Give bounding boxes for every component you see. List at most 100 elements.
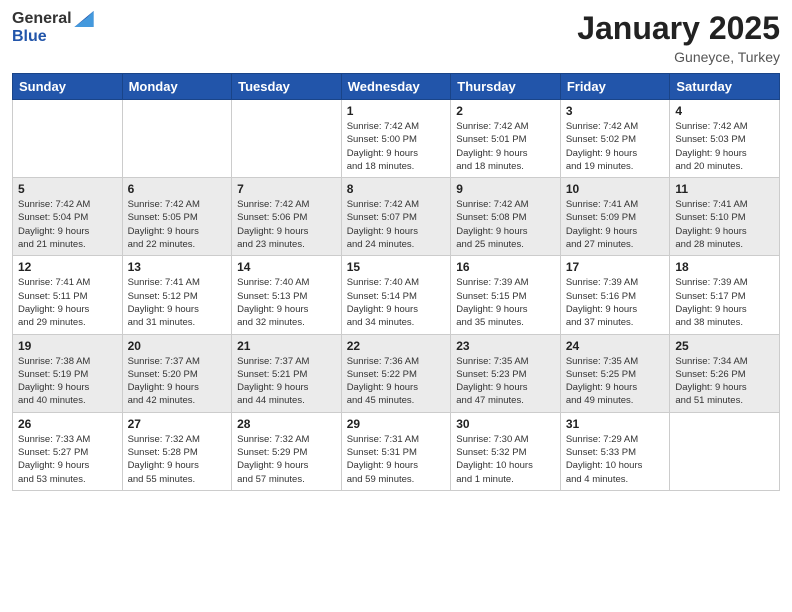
- calendar-cell: 23 Sunrise: 7:35 AM Sunset: 5:23 PM Dayli…: [451, 334, 561, 412]
- calendar-cell: 21 Sunrise: 7:37 AM Sunset: 5:21 PM Dayli…: [232, 334, 342, 412]
- calendar-cell: 25 Sunrise: 7:34 AM Sunset: 5:26 PM Dayli…: [670, 334, 780, 412]
- day-number: 23: [456, 339, 555, 353]
- calendar-cell: 12 Sunrise: 7:41 AM Sunset: 5:11 PM Dayli…: [13, 256, 123, 334]
- day-info: Sunrise: 7:35 AM Sunset: 5:23 PM Dayligh…: [456, 355, 555, 408]
- calendar-cell: 5Sunrise: 7:42 AM Sunset: 5:04 PM Daylig…: [13, 178, 123, 256]
- calendar-cell: 1Sunrise: 7:42 AM Sunset: 5:00 PM Daylig…: [341, 100, 451, 178]
- day-number: 5: [18, 182, 117, 196]
- day-number: 28: [237, 417, 336, 431]
- day-info: Sunrise: 7:42 AM Sunset: 5:08 PM Dayligh…: [456, 198, 555, 251]
- calendar-week-row: 19 Sunrise: 7:38 AM Sunset: 5:19 PM Dayli…: [13, 334, 780, 412]
- calendar-cell: 9 Sunrise: 7:42 AM Sunset: 5:08 PM Daylig…: [451, 178, 561, 256]
- page: General Blue January 2025 Guneyce, Turke…: [0, 0, 792, 612]
- day-number: 8: [347, 182, 446, 196]
- calendar-cell: 10Sunrise: 7:41 AM Sunset: 5:09 PM Dayli…: [560, 178, 670, 256]
- calendar-cell: [232, 100, 342, 178]
- day-info: Sunrise: 7:42 AM Sunset: 5:07 PM Dayligh…: [347, 198, 446, 251]
- day-number: 13: [128, 260, 227, 274]
- day-info: Sunrise: 7:39 AM Sunset: 5:17 PM Dayligh…: [675, 276, 774, 329]
- header: General Blue January 2025 Guneyce, Turke…: [12, 10, 780, 65]
- day-info: Sunrise: 7:42 AM Sunset: 5:02 PM Dayligh…: [566, 120, 665, 173]
- day-number: 20: [128, 339, 227, 353]
- day-number: 14: [237, 260, 336, 274]
- day-number: 12: [18, 260, 117, 274]
- day-info: Sunrise: 7:42 AM Sunset: 5:05 PM Dayligh…: [128, 198, 227, 251]
- calendar-table: SundayMondayTuesdayWednesdayThursdayFrid…: [12, 73, 780, 491]
- calendar-week-row: 1Sunrise: 7:42 AM Sunset: 5:00 PM Daylig…: [13, 100, 780, 178]
- day-info: Sunrise: 7:41 AM Sunset: 5:11 PM Dayligh…: [18, 276, 117, 329]
- day-info: Sunrise: 7:42 AM Sunset: 5:06 PM Dayligh…: [237, 198, 336, 251]
- day-info: Sunrise: 7:34 AM Sunset: 5:26 PM Dayligh…: [675, 355, 774, 408]
- calendar-cell: 4 Sunrise: 7:42 AM Sunset: 5:03 PM Daylig…: [670, 100, 780, 178]
- calendar-week-row: 5Sunrise: 7:42 AM Sunset: 5:04 PM Daylig…: [13, 178, 780, 256]
- day-number: 1: [347, 104, 446, 118]
- calendar-cell: 6 Sunrise: 7:42 AM Sunset: 5:05 PM Daylig…: [122, 178, 232, 256]
- day-info: Sunrise: 7:40 AM Sunset: 5:14 PM Dayligh…: [347, 276, 446, 329]
- day-number: 17: [566, 260, 665, 274]
- calendar-cell: 7 Sunrise: 7:42 AM Sunset: 5:06 PM Daylig…: [232, 178, 342, 256]
- logo-blue-text: Blue: [12, 28, 47, 45]
- calendar-cell: 3 Sunrise: 7:42 AM Sunset: 5:02 PM Daylig…: [560, 100, 670, 178]
- calendar-cell: 15 Sunrise: 7:40 AM Sunset: 5:14 PM Dayli…: [341, 256, 451, 334]
- calendar-cell: 2Sunrise: 7:42 AM Sunset: 5:01 PM Daylig…: [451, 100, 561, 178]
- day-number: 21: [237, 339, 336, 353]
- day-info: Sunrise: 7:37 AM Sunset: 5:20 PM Dayligh…: [128, 355, 227, 408]
- calendar-cell: 28 Sunrise: 7:32 AM Sunset: 5:29 PM Dayli…: [232, 412, 342, 490]
- calendar-cell: 31 Sunrise: 7:29 AM Sunset: 5:33 PM Dayli…: [560, 412, 670, 490]
- calendar-week-row: 12 Sunrise: 7:41 AM Sunset: 5:11 PM Dayli…: [13, 256, 780, 334]
- day-number: 7: [237, 182, 336, 196]
- column-header-saturday: Saturday: [670, 74, 780, 100]
- day-number: 15: [347, 260, 446, 274]
- day-info: Sunrise: 7:32 AM Sunset: 5:29 PM Dayligh…: [237, 433, 336, 486]
- calendar-cell: 26 Sunrise: 7:33 AM Sunset: 5:27 PM Dayli…: [13, 412, 123, 490]
- day-info: Sunrise: 7:33 AM Sunset: 5:27 PM Dayligh…: [18, 433, 117, 486]
- day-number: 31: [566, 417, 665, 431]
- calendar-cell: 8 Sunrise: 7:42 AM Sunset: 5:07 PM Daylig…: [341, 178, 451, 256]
- calendar-cell: 19 Sunrise: 7:38 AM Sunset: 5:19 PM Dayli…: [13, 334, 123, 412]
- logo: General Blue: [12, 10, 94, 46]
- day-number: 4: [675, 104, 774, 118]
- day-info: Sunrise: 7:29 AM Sunset: 5:33 PM Dayligh…: [566, 433, 665, 486]
- day-number: 3: [566, 104, 665, 118]
- day-number: 9: [456, 182, 555, 196]
- column-header-thursday: Thursday: [451, 74, 561, 100]
- day-number: 6: [128, 182, 227, 196]
- day-info: Sunrise: 7:31 AM Sunset: 5:31 PM Dayligh…: [347, 433, 446, 486]
- calendar-cell: [122, 100, 232, 178]
- day-info: Sunrise: 7:32 AM Sunset: 5:28 PM Dayligh…: [128, 433, 227, 486]
- calendar-cell: 20 Sunrise: 7:37 AM Sunset: 5:20 PM Dayli…: [122, 334, 232, 412]
- calendar-cell: 22Sunrise: 7:36 AM Sunset: 5:22 PM Dayli…: [341, 334, 451, 412]
- column-header-sunday: Sunday: [13, 74, 123, 100]
- calendar-header-row: SundayMondayTuesdayWednesdayThursdayFrid…: [13, 74, 780, 100]
- day-info: Sunrise: 7:30 AM Sunset: 5:32 PM Dayligh…: [456, 433, 555, 486]
- day-number: 24: [566, 339, 665, 353]
- calendar-cell: 29 Sunrise: 7:31 AM Sunset: 5:31 PM Dayli…: [341, 412, 451, 490]
- day-number: 25: [675, 339, 774, 353]
- day-number: 16: [456, 260, 555, 274]
- day-number: 30: [456, 417, 555, 431]
- day-info: Sunrise: 7:41 AM Sunset: 5:12 PM Dayligh…: [128, 276, 227, 329]
- calendar-cell: 13 Sunrise: 7:41 AM Sunset: 5:12 PM Dayli…: [122, 256, 232, 334]
- day-info: Sunrise: 7:42 AM Sunset: 5:03 PM Dayligh…: [675, 120, 774, 173]
- day-number: 19: [18, 339, 117, 353]
- day-number: 11: [675, 182, 774, 196]
- day-info: Sunrise: 7:38 AM Sunset: 5:19 PM Dayligh…: [18, 355, 117, 408]
- day-info: Sunrise: 7:41 AM Sunset: 5:10 PM Dayligh…: [675, 198, 774, 251]
- calendar-cell: [13, 100, 123, 178]
- day-info: Sunrise: 7:39 AM Sunset: 5:15 PM Dayligh…: [456, 276, 555, 329]
- calendar-cell: 18Sunrise: 7:39 AM Sunset: 5:17 PM Dayli…: [670, 256, 780, 334]
- logo-icon: [74, 11, 94, 27]
- column-header-tuesday: Tuesday: [232, 74, 342, 100]
- day-info: Sunrise: 7:41 AM Sunset: 5:09 PM Dayligh…: [566, 198, 665, 251]
- day-info: Sunrise: 7:35 AM Sunset: 5:25 PM Dayligh…: [566, 355, 665, 408]
- column-header-friday: Friday: [560, 74, 670, 100]
- calendar-cell: 30 Sunrise: 7:30 AM Sunset: 5:32 PM Dayli…: [451, 412, 561, 490]
- calendar-cell: 11 Sunrise: 7:41 AM Sunset: 5:10 PM Dayli…: [670, 178, 780, 256]
- day-number: 26: [18, 417, 117, 431]
- day-info: Sunrise: 7:39 AM Sunset: 5:16 PM Dayligh…: [566, 276, 665, 329]
- day-info: Sunrise: 7:37 AM Sunset: 5:21 PM Dayligh…: [237, 355, 336, 408]
- day-number: 29: [347, 417, 446, 431]
- column-header-monday: Monday: [122, 74, 232, 100]
- calendar-cell: 16 Sunrise: 7:39 AM Sunset: 5:15 PM Dayli…: [451, 256, 561, 334]
- location: Guneyce, Turkey: [577, 49, 780, 65]
